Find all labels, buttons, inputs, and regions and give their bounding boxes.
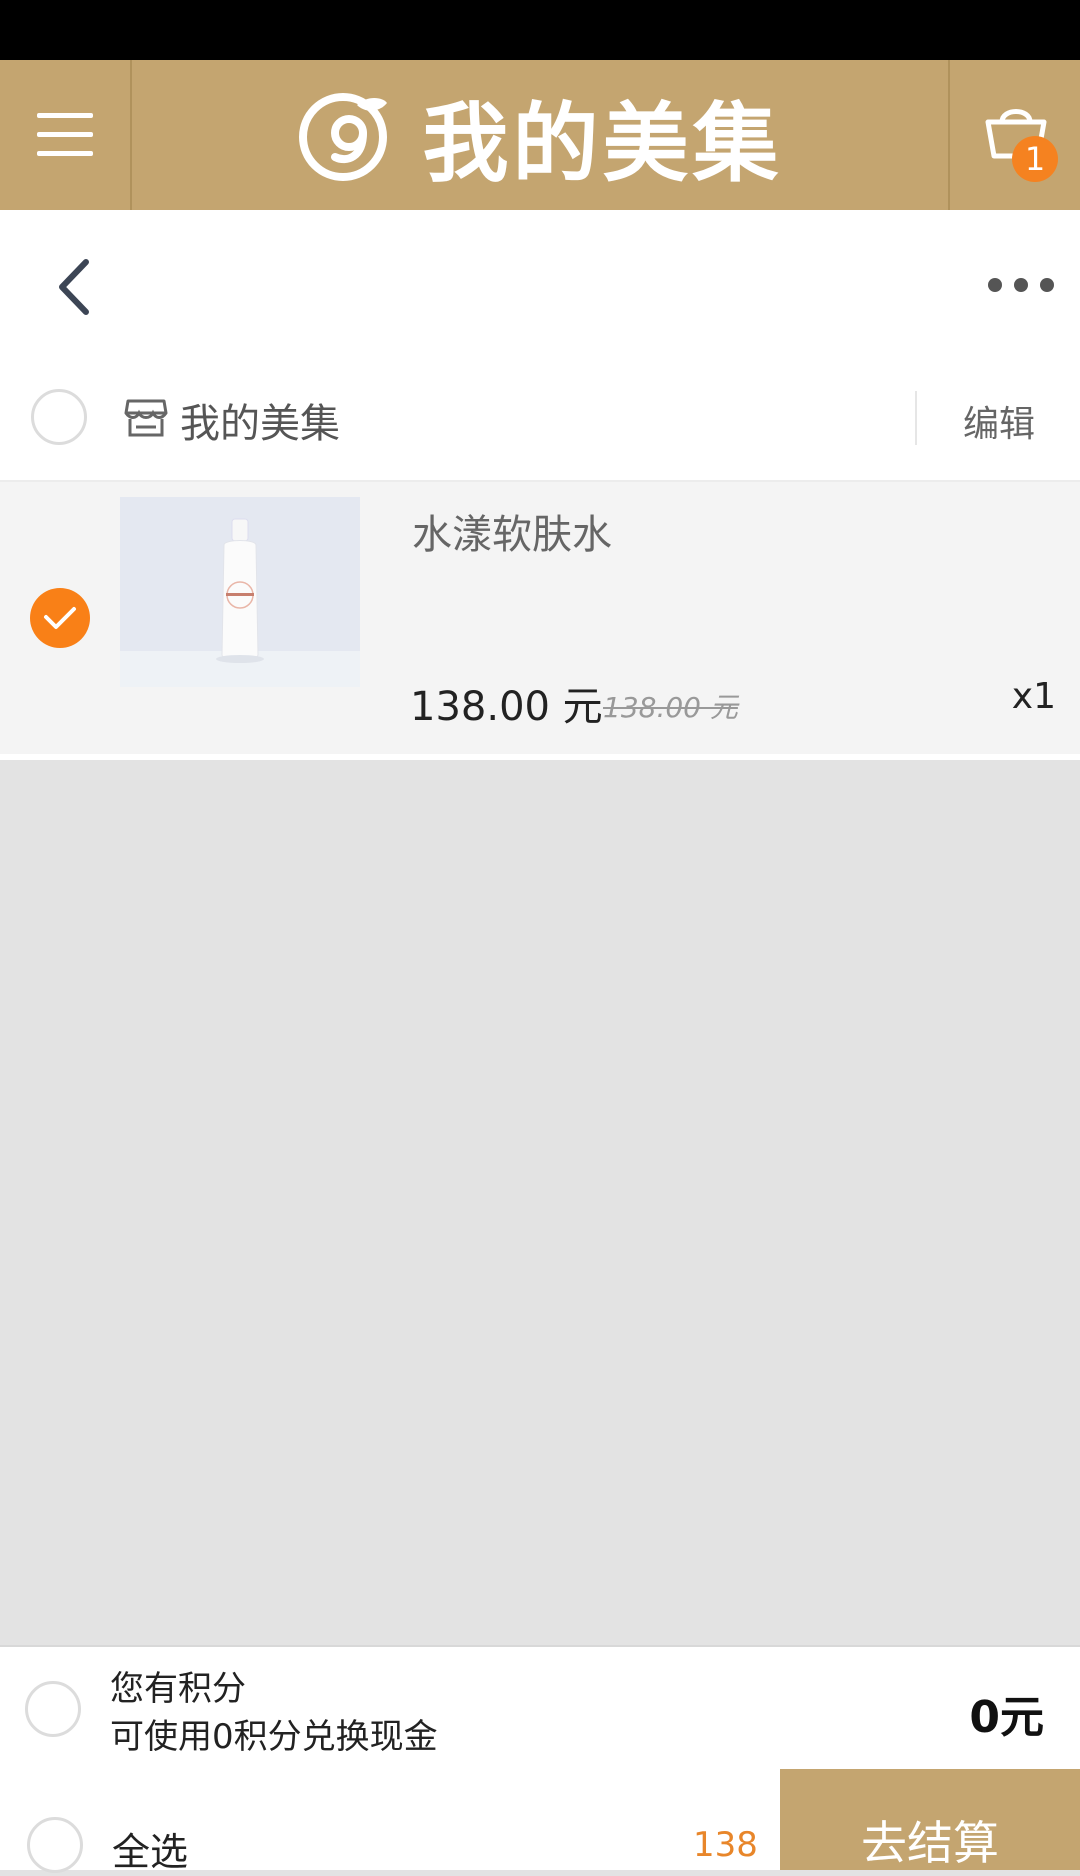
- item-select-checkbox[interactable]: [30, 588, 90, 648]
- total-amount: 138: [693, 1825, 758, 1865]
- brand-area: 我的美集: [132, 60, 947, 210]
- shop-name: 我的美集: [180, 401, 340, 447]
- use-points-checkbox[interactable]: [25, 1681, 81, 1737]
- checkout-button[interactable]: 去结算: [780, 1769, 1080, 1870]
- item-original-price: 138.00 元: [603, 691, 738, 724]
- item-name[interactable]: 水漾软肤水: [412, 502, 612, 560]
- menu-button[interactable]: [0, 60, 132, 210]
- divider: [915, 391, 917, 445]
- cart-button[interactable]: 1: [948, 60, 1080, 210]
- select-all-checkbox[interactable]: [27, 1817, 83, 1873]
- item-price: 138.00 元: [410, 684, 603, 730]
- points-title: 您有积分: [110, 1669, 246, 1709]
- nav-bar: [0, 210, 1080, 355]
- app-header: 我的美集 1: [0, 60, 1080, 210]
- checkout-bar: 全选 138 去结算: [0, 1769, 1080, 1874]
- product-bottle-image: [216, 518, 264, 663]
- app-title: 我的美集: [422, 93, 783, 194]
- brand-logo-icon: [298, 93, 387, 181]
- select-all-label[interactable]: 全选: [112, 1821, 188, 1876]
- cart-item[interactable]: 水漾软肤水 138.00 元 138.00 元 x1: [0, 482, 1080, 760]
- points-description: 可使用0积分兑换现金: [110, 1717, 438, 1757]
- shop-select-checkbox[interactable]: [31, 389, 87, 445]
- edit-button[interactable]: 编辑: [963, 395, 1035, 447]
- shop-row: 我的美集 编辑: [0, 355, 1080, 482]
- back-arrow-icon[interactable]: [48, 252, 108, 322]
- checkmark-icon: [44, 607, 76, 629]
- more-options-icon[interactable]: [988, 278, 1054, 292]
- points-row: 您有积分 可使用0积分兑换现金 0元: [0, 1645, 1080, 1771]
- hamburger-icon: [37, 113, 93, 157]
- status-bar: [0, 0, 1080, 60]
- item-quantity: x1: [1011, 676, 1056, 717]
- cart-count-badge: 1: [1012, 136, 1058, 182]
- store-icon: [124, 399, 168, 437]
- points-cash-value: 0元: [969, 1692, 1044, 1743]
- product-image[interactable]: [120, 497, 360, 687]
